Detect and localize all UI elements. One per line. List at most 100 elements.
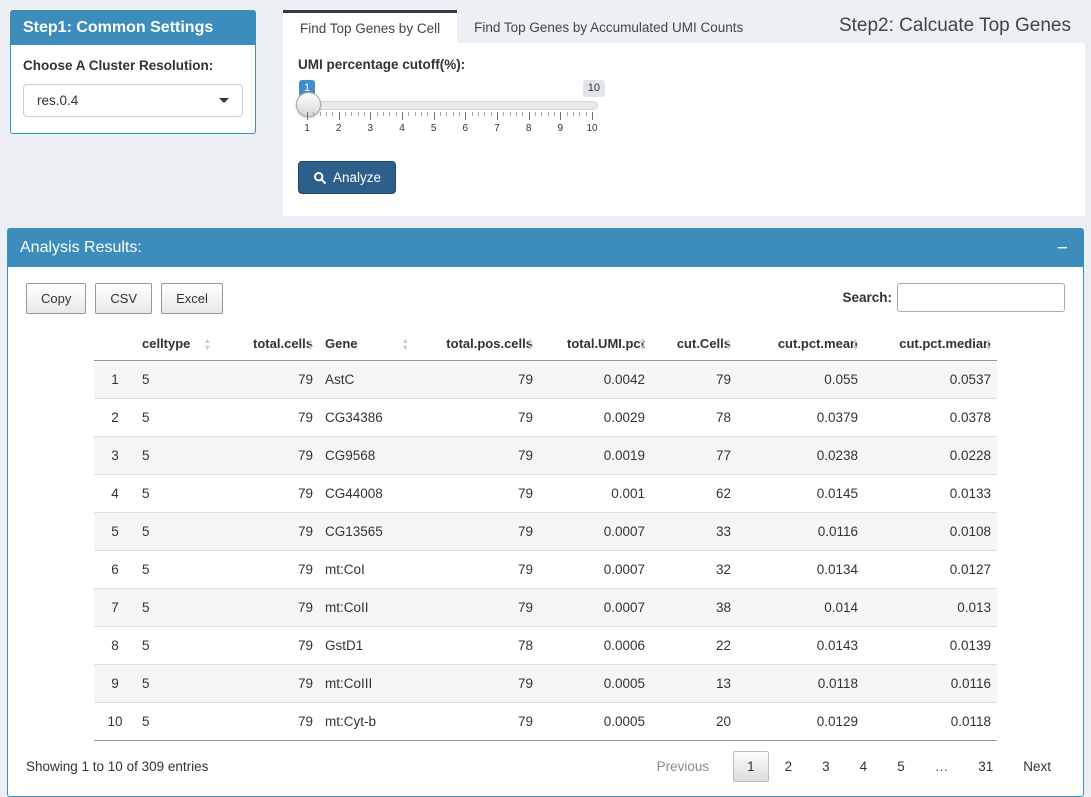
slider-track[interactable] — [298, 101, 598, 110]
table-cell: 0.013 — [864, 589, 997, 627]
pagination-page-31[interactable]: 31 — [964, 751, 1007, 782]
pagination-page-1[interactable]: 1 — [733, 751, 769, 782]
table-cell: 5 — [136, 437, 216, 475]
pagination-page-3[interactable]: 3 — [808, 751, 844, 782]
tab-find-top-genes-by-cell[interactable]: Find Top Genes by Cell — [283, 10, 457, 43]
slider-minor-tick — [478, 112, 479, 116]
table-cell: 0.0139 — [864, 627, 997, 665]
table-cell: 0.0537 — [864, 361, 997, 399]
cluster-resolution-select[interactable]: res.0.4 — [23, 84, 243, 117]
table-cell: 0.0019 — [539, 437, 651, 475]
column-header-total-cells[interactable]: total.cells▲▼ — [216, 328, 319, 361]
step1-panel-title: Step1: Common Settings — [23, 19, 213, 37]
slider-tick — [370, 112, 371, 120]
csv-button[interactable]: CSV — [95, 283, 152, 314]
column-header-label: total.cells — [253, 336, 313, 351]
step1-panel: Step1: Common Settings Choose A Cluster … — [10, 10, 256, 134]
table-cell: 79 — [216, 665, 319, 703]
sort-icon: ▲▼ — [527, 337, 534, 351]
row-index-cell: 3 — [94, 437, 136, 475]
table-cell: 79 — [414, 589, 539, 627]
pagination-page-2[interactable]: 2 — [771, 751, 807, 782]
slider-tick-label: 5 — [431, 123, 437, 134]
slider-minor-tick — [535, 112, 536, 116]
row-index-cell: 5 — [94, 513, 136, 551]
table-cell: 79 — [414, 551, 539, 589]
pagination-next[interactable]: Next — [1009, 751, 1065, 782]
pagination-page-4[interactable]: 4 — [846, 751, 882, 782]
search-icon — [313, 171, 327, 185]
tab-find-top-genes-by-accumulated-umi-counts[interactable]: Find Top Genes by Accumulated UMI Counts — [457, 10, 760, 43]
collapse-icon[interactable]: − — [1054, 239, 1071, 258]
slider-minor-tick — [377, 112, 378, 116]
slider-minor-tick — [503, 112, 504, 116]
column-header-total-umi-pct[interactable]: total.UMI.pct▲▼ — [539, 328, 651, 361]
step1-panel-header: Step1: Common Settings — [11, 11, 255, 45]
cluster-resolution-label: Choose A Cluster Resolution: — [23, 58, 243, 73]
slider-minor-tick — [415, 112, 416, 116]
table-toolbar: Copy CSV Excel Search: — [26, 283, 1065, 314]
table-cell: 0.0005 — [539, 665, 651, 703]
row-index-cell: 10 — [94, 703, 136, 741]
table-cell: 0.0005 — [539, 703, 651, 741]
table-cell: 0.0118 — [737, 665, 864, 703]
slider-tick-label: 7 — [494, 123, 500, 134]
cluster-resolution-value: res.0.4 — [37, 93, 78, 108]
step2-title: Step2: Calcuate Top Genes — [839, 10, 1085, 43]
column-header-label: cut.pct.median — [899, 336, 991, 351]
slider-minor-tick — [332, 112, 333, 116]
table-cell: 79 — [216, 437, 319, 475]
row-index-header — [94, 328, 136, 361]
slider-tick — [465, 112, 466, 120]
table-footer: Showing 1 to 10 of 309 entries Previous1… — [26, 751, 1065, 782]
table-cell: 0.0379 — [737, 399, 864, 437]
slider-minor-tick — [516, 112, 517, 116]
column-header-cut-cells[interactable]: cut.Cells▲▼ — [651, 328, 737, 361]
table-row: 5579CG13565790.0007330.01160.0108 — [94, 513, 997, 551]
column-header-label: celltype — [142, 336, 190, 351]
slider-minor-tick — [326, 112, 327, 116]
table-cell: 79 — [216, 703, 319, 741]
table-cell: 79 — [414, 475, 539, 513]
results-panel-body: Copy CSV Excel Search: celltype ▲▼ total.c… — [8, 267, 1083, 796]
slider-minor-tick — [548, 112, 549, 116]
table-cell: 33 — [651, 513, 737, 551]
table-cell: 5 — [136, 399, 216, 437]
slider-minor-tick — [554, 112, 555, 116]
column-header-gene[interactable]: Gene▲▼ — [319, 328, 414, 361]
table-row: 3579CG9568790.0019770.02380.0228 — [94, 437, 997, 475]
slider-minor-tick — [472, 112, 473, 116]
slider-minor-tick — [440, 112, 441, 116]
slider-minor-tick — [351, 112, 352, 116]
pagination-page-5[interactable]: 5 — [883, 751, 919, 782]
table-cell: mt:CoI — [319, 551, 414, 589]
row-index-cell: 4 — [94, 475, 136, 513]
table-cell: 0.0007 — [539, 589, 651, 627]
sort-icon: ▲▼ — [204, 337, 211, 351]
slider-tick-label: 10 — [586, 123, 597, 134]
column-header-cut-pct-median[interactable]: cut.pct.median▲▼ — [864, 328, 997, 361]
table-cell: 0.0127 — [864, 551, 997, 589]
column-header-total-pos-cells[interactable]: total.pos.cells▲▼ — [414, 328, 539, 361]
pagination-previous[interactable]: Previous — [643, 751, 724, 782]
row-index-cell: 8 — [94, 627, 136, 665]
table-cell: 5 — [136, 475, 216, 513]
table-cell: 20 — [651, 703, 737, 741]
table-cell: 0.014 — [737, 589, 864, 627]
chevron-down-icon — [219, 98, 229, 103]
umi-cutoff-slider[interactable]: 1 10 12345678910 — [298, 79, 598, 149]
copy-button[interactable]: Copy — [26, 283, 86, 314]
slider-tick-label: 4 — [399, 123, 405, 134]
column-header-celltype[interactable]: celltype ▲▼ — [136, 328, 216, 361]
table-cell: 5 — [136, 361, 216, 399]
column-header-cut-pct-mean[interactable]: cut.pct.mean▲▼ — [737, 328, 864, 361]
slider-tick — [560, 112, 561, 120]
results-panel-header: Analysis Results: − — [8, 229, 1083, 267]
search-input[interactable] — [897, 283, 1065, 312]
step1-panel-body: Choose A Cluster Resolution: res.0.4 — [11, 45, 255, 133]
row-index-cell: 9 — [94, 665, 136, 703]
table-cell: 38 — [651, 589, 737, 627]
slider-tick — [434, 112, 435, 120]
excel-button[interactable]: Excel — [161, 283, 223, 314]
analyze-button[interactable]: Analyze — [298, 161, 396, 194]
